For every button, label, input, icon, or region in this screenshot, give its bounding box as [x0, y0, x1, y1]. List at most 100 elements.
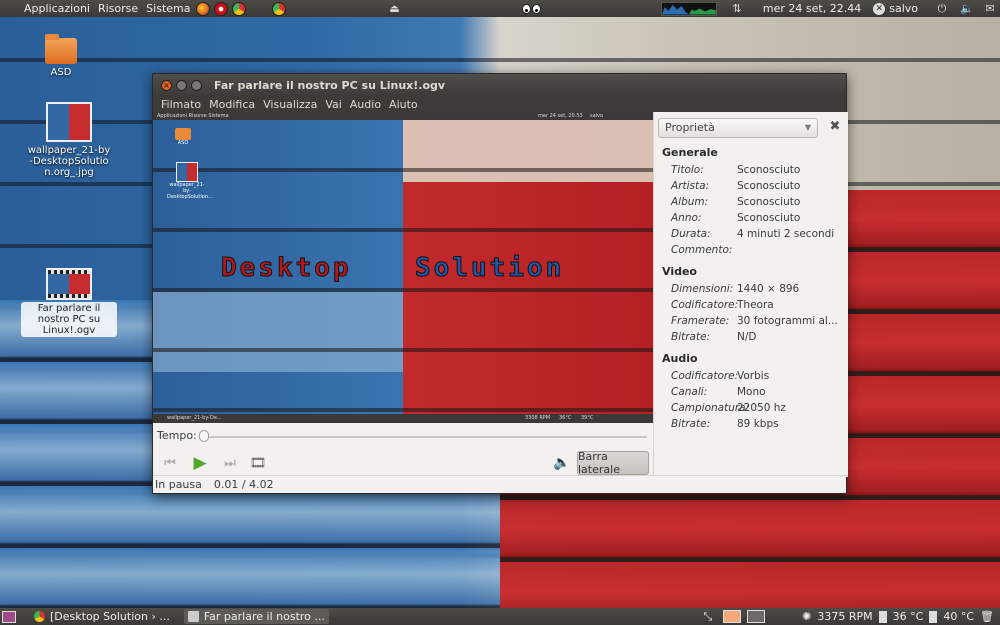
firefox-icon[interactable]	[196, 1, 211, 16]
close-icon[interactable]: ✖	[828, 120, 842, 134]
menu-sistema[interactable]: Sistema	[142, 2, 194, 15]
prop-value: 4 minuti 2 secondi	[737, 228, 835, 240]
prop-value: N/D	[737, 331, 757, 343]
window-titlebar[interactable]: × Far parlare il nostro PC su Linux!.ogv	[153, 74, 846, 96]
prop-value: Vorbis	[737, 370, 770, 382]
eject-icon[interactable]: ⏏	[388, 2, 400, 15]
close-window-button[interactable]: ×	[161, 79, 172, 91]
chrome-icon	[34, 611, 45, 622]
prop-key: Titolo:	[671, 164, 704, 176]
desktop-icon-label: ASD	[50, 67, 72, 78]
desktop-icon-video[interactable]: Far parlare il nostro PC su Linux!.ogv	[19, 268, 119, 337]
clock[interactable]: mer 24 set, 22.44	[763, 2, 861, 15]
window-title: Far parlare il nostro PC su Linux!.ogv	[214, 78, 446, 92]
video-file-icon	[46, 268, 92, 300]
show-desktop-icon[interactable]	[2, 610, 16, 623]
prop-key: Framerate:	[671, 315, 730, 327]
taskbar-item-chrome[interactable]: [Desktop Solution › ...	[30, 609, 174, 624]
user-status-icon[interactable]: ✕	[873, 2, 886, 15]
menu-visualizza[interactable]: Visualizza	[259, 98, 321, 111]
previous-icon[interactable]: ⏮	[159, 453, 181, 473]
video-frame[interactable]: Applicazioni Risorse Sistema mer 24 set,…	[153, 112, 653, 423]
properties-sidebar: Proprietà ▼ ✖ Generale Titolo: Sconosciuto…	[653, 112, 848, 477]
cursor-icon[interactable]: ⤡	[703, 610, 712, 624]
menu-audio[interactable]: Audio	[346, 98, 385, 111]
folder-icon	[45, 34, 77, 64]
prop-value: 1440 × 896	[737, 283, 800, 295]
prop-value: 22050 hz	[737, 402, 786, 414]
prop-value: Sconosciuto	[737, 164, 801, 176]
fan-speed: 3375 RPM	[817, 610, 873, 623]
play-icon[interactable]: ▶	[189, 453, 211, 473]
desktop-icon-label: wallpaper_21-by-DesktopSolution.org_.jpg	[27, 145, 111, 178]
fullscreen-film-icon[interactable]: 🎞	[247, 453, 269, 473]
sidebar-selector[interactable]: Proprietà ▼	[658, 118, 818, 138]
prop-value: Sconosciuto	[737, 180, 801, 192]
prop-value: Mono	[737, 386, 766, 398]
chrome-icon[interactable]	[232, 1, 247, 16]
prop-value: 30 fotogrammi al...	[737, 315, 838, 327]
maximize-window-button[interactable]	[191, 79, 202, 91]
seek-label: Tempo:	[157, 429, 197, 442]
prop-value: Theora	[737, 299, 774, 311]
properties-list: Generale Titolo: Sconosciuto Artista: Scon…	[662, 144, 847, 432]
desktop-icon-label: Far parlare il nostro PC su Linux!.ogv	[21, 302, 117, 337]
prop-key: Artista:	[671, 180, 710, 192]
prop-value: 89 kbps	[737, 418, 779, 430]
prop-key: Bitrate:	[671, 331, 711, 343]
power-icon[interactable]: ⏻	[936, 2, 948, 15]
video-mini-folder: ASD	[163, 128, 203, 146]
menu-modifica[interactable]: Modifica	[205, 98, 259, 111]
section-title: Generale	[662, 146, 718, 159]
playback-status: In pausa	[155, 478, 202, 491]
seek-bar[interactable]	[201, 436, 647, 438]
desktop-icon-wallpaper[interactable]: wallpaper_21-by-DesktopSolution.org_.jpg	[19, 102, 119, 179]
section-title: Audio	[662, 352, 698, 365]
menubar: Filmato Modifica Visualizza Vai Audio Ai…	[153, 96, 846, 112]
video-mini-thumb: wallpaper_21-by-DesktopSolution...	[167, 162, 213, 200]
taskbar-item-totem[interactable]: Far parlare il nostro ...	[183, 609, 329, 624]
menu-filmato[interactable]: Filmato	[157, 98, 205, 111]
menu-vai[interactable]: Vai	[321, 98, 345, 111]
menu-risorse[interactable]: Risorse	[94, 2, 142, 15]
sidebar-toggle-button[interactable]: Barra laterale	[577, 450, 649, 476]
next-icon[interactable]: ⏭	[219, 453, 241, 473]
workspace-1[interactable]	[723, 610, 742, 623]
trash-icon[interactable]: 🗑	[980, 610, 994, 623]
menu-aiuto[interactable]: Aiuto	[385, 98, 422, 111]
menu-applicazioni[interactable]: Applicazioni	[20, 2, 94, 15]
chrome-icon[interactable]	[272, 1, 287, 16]
prop-key: Anno:	[671, 212, 702, 224]
prop-key: Album:	[671, 196, 709, 208]
chevron-down-icon: ▼	[804, 123, 811, 132]
user-name[interactable]: salvo	[889, 2, 918, 15]
minimize-window-button[interactable]	[176, 79, 187, 91]
image-file-icon	[46, 102, 92, 142]
desktop-icon-asd[interactable]: ASD	[11, 34, 111, 79]
prop-key: Bitrate:	[671, 418, 711, 430]
temp-icon	[929, 610, 938, 623]
prop-key: Codificatore:	[671, 370, 739, 382]
film-icon	[187, 611, 199, 622]
workspace-2[interactable]	[747, 610, 766, 623]
top-panel: Applicazioni Risorse Sistema ⏏ ⇅ mer 24 …	[0, 0, 1000, 17]
section-title: Video	[662, 265, 697, 278]
video-mini-bottom-panel: wallpaper_21-by-De... 3308 RPM 36°C 39°C	[153, 414, 653, 423]
prop-value: Sconosciuto	[737, 212, 801, 224]
prop-value: Sconosciuto	[737, 196, 801, 208]
prop-key: Codificatore:	[671, 299, 739, 311]
volume-icon[interactable]: 🔈	[551, 453, 573, 473]
video-overlay-text-right: Solution	[414, 253, 565, 284]
volume-icon[interactable]: 🔈	[960, 2, 974, 15]
status-bar: In pausa 0.01 / 4.02	[153, 475, 848, 493]
temp-icon	[878, 610, 887, 623]
prop-key: Dimensioni:	[671, 283, 734, 295]
seek-handle[interactable]	[199, 430, 209, 442]
prop-key: Canali:	[671, 386, 708, 398]
bottom-panel: [Desktop Solution › ... Far parlare il n…	[0, 608, 1000, 625]
opera-icon[interactable]	[214, 1, 229, 16]
prop-key: Durata:	[671, 228, 711, 240]
network-icon[interactable]: ⇅	[731, 2, 743, 15]
mail-icon[interactable]: ✉	[984, 2, 996, 15]
system-monitor-graph[interactable]	[660, 1, 717, 16]
